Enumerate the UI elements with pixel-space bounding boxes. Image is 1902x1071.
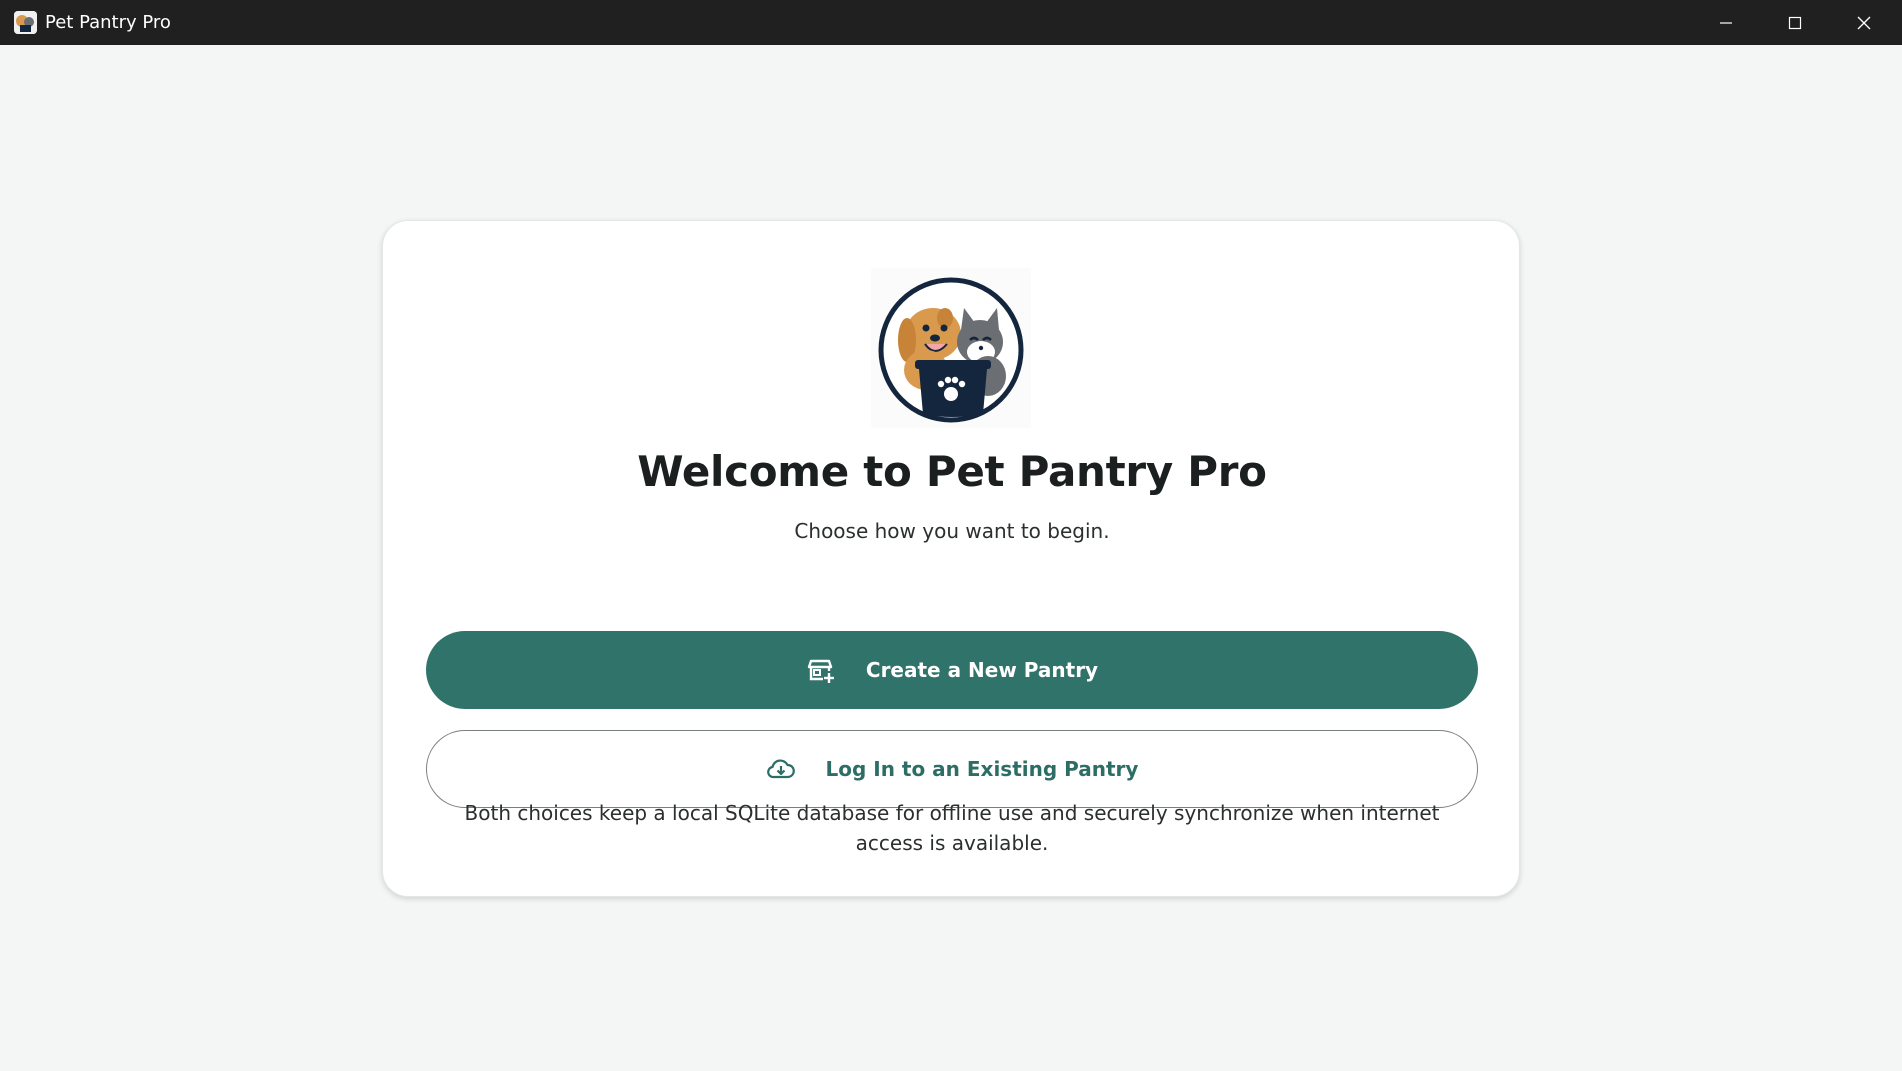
app-logo-icon [14, 11, 37, 34]
app-window: Pet Pantry Pro Welcome to Pet Pantry Pro… [0, 0, 1902, 1071]
close-icon [1857, 16, 1870, 29]
sync-info-text: Both choices keep a local SQLite databas… [464, 801, 1440, 855]
dog-cat-food-bowl-logo [871, 268, 1031, 428]
close-button[interactable] [1829, 0, 1898, 45]
main-content: Welcome to Pet Pantry Pro Choose how you… [0, 45, 1902, 1071]
login-existing-pantry-button[interactable]: Log In to an Existing Pantry [426, 730, 1478, 808]
maximize-icon [1788, 16, 1801, 29]
storefront-add-icon [806, 655, 836, 685]
maximize-button[interactable] [1760, 0, 1829, 45]
window-title: Pet Pantry Pro [45, 12, 171, 33]
welcome-card: Welcome to Pet Pantry Pro Choose how you… [382, 220, 1520, 897]
login-existing-pantry-label: Log In to an Existing Pantry [825, 757, 1139, 781]
create-new-pantry-label: Create a New Pantry [865, 658, 1099, 682]
cloud-download-icon [766, 754, 796, 784]
create-new-pantry-button[interactable]: Create a New Pantry [426, 631, 1478, 709]
page-subtitle: Choose how you want to begin. [794, 519, 1110, 543]
title-bar[interactable]: Pet Pantry Pro [0, 0, 1902, 45]
page-title: Welcome to Pet Pantry Pro [637, 447, 1267, 496]
minimize-button[interactable] [1691, 0, 1760, 45]
minimize-icon [1719, 21, 1732, 24]
